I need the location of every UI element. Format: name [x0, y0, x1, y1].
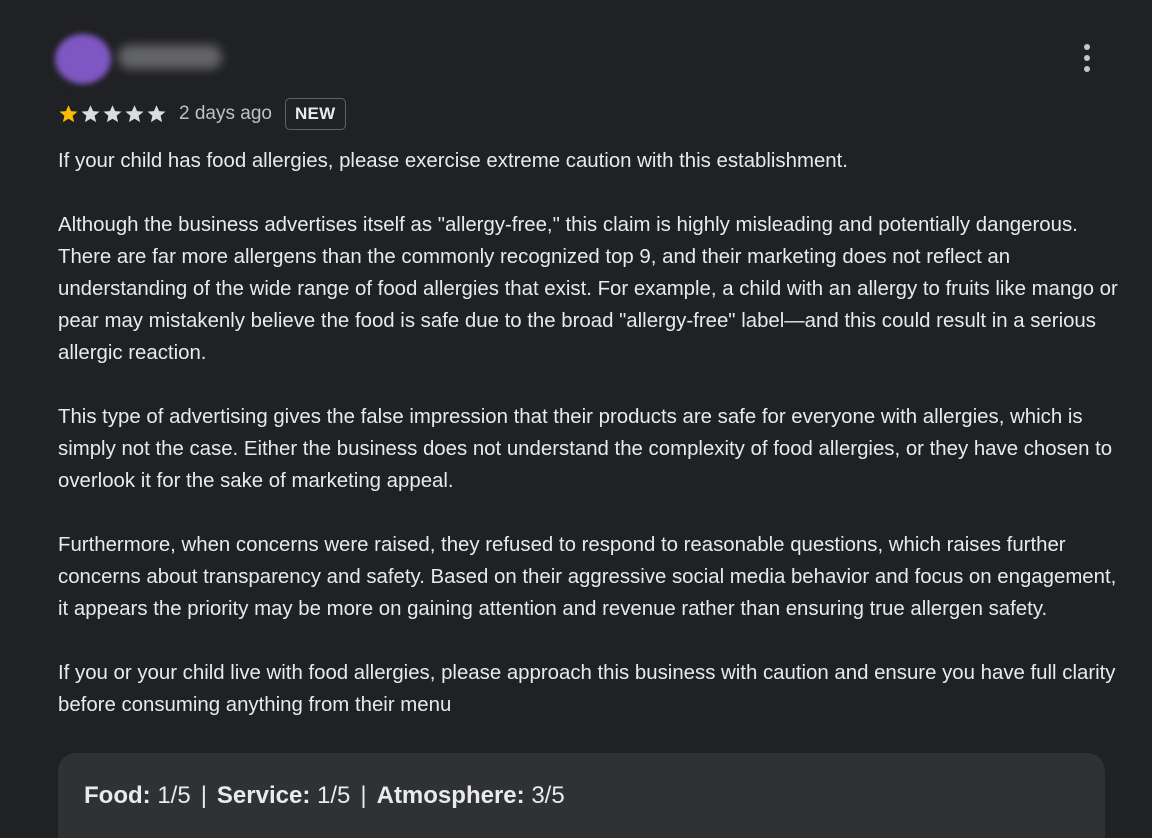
star-filled-icon [58, 104, 79, 124]
more-vert-icon [1084, 44, 1090, 50]
review-meta: 2 days ago NEW [58, 98, 346, 130]
atmosphere-rating-label: Atmosphere: [376, 782, 525, 809]
review-paragraph: If you or your child live with food alle… [58, 662, 1116, 716]
review-paragraph: This type of advertising gives the false… [58, 406, 1113, 492]
review-paragraph: If your child has food allergies, please… [58, 150, 848, 172]
service-rating-value: 1/5 [317, 782, 351, 809]
rating-separator: | [360, 782, 367, 809]
review-paragraph: Although the business advertises itself … [58, 214, 1118, 364]
sub-ratings-panel: Food: 1/5 | Service: 1/5 | Atmosphere: 3… [58, 753, 1105, 838]
atmosphere-rating-value: 3/5 [531, 782, 565, 809]
star-empty-icon [102, 104, 123, 124]
more-vert-icon-dot [1084, 66, 1090, 72]
star-empty-icon [146, 104, 167, 124]
star-empty-icon [80, 104, 101, 124]
new-badge: NEW [284, 98, 346, 130]
more-vert-icon-dot [1084, 55, 1090, 61]
rating-separator: | [200, 782, 207, 809]
service-rating-label: Service: [216, 782, 311, 809]
more-options-button[interactable] [1072, 38, 1102, 78]
review-text: If your child has food allergies, please… [58, 145, 1118, 721]
star-rating [58, 104, 167, 124]
sub-ratings: Food: 1/5 | Service: 1/5 | Atmosphere: 3… [84, 782, 565, 810]
star-empty-icon [124, 104, 145, 124]
review-date: 2 days ago [179, 103, 272, 124]
reviewer-name-redacted[interactable] [118, 45, 222, 69]
review-card: 2 days ago NEW If your child has food al… [0, 0, 1152, 838]
food-rating-value: 1/5 [157, 782, 191, 809]
reviewer-avatar[interactable] [55, 34, 111, 84]
food-rating-label: Food: [84, 782, 151, 809]
review-paragraph: Furthermore, when concerns were raised, … [58, 534, 1117, 620]
